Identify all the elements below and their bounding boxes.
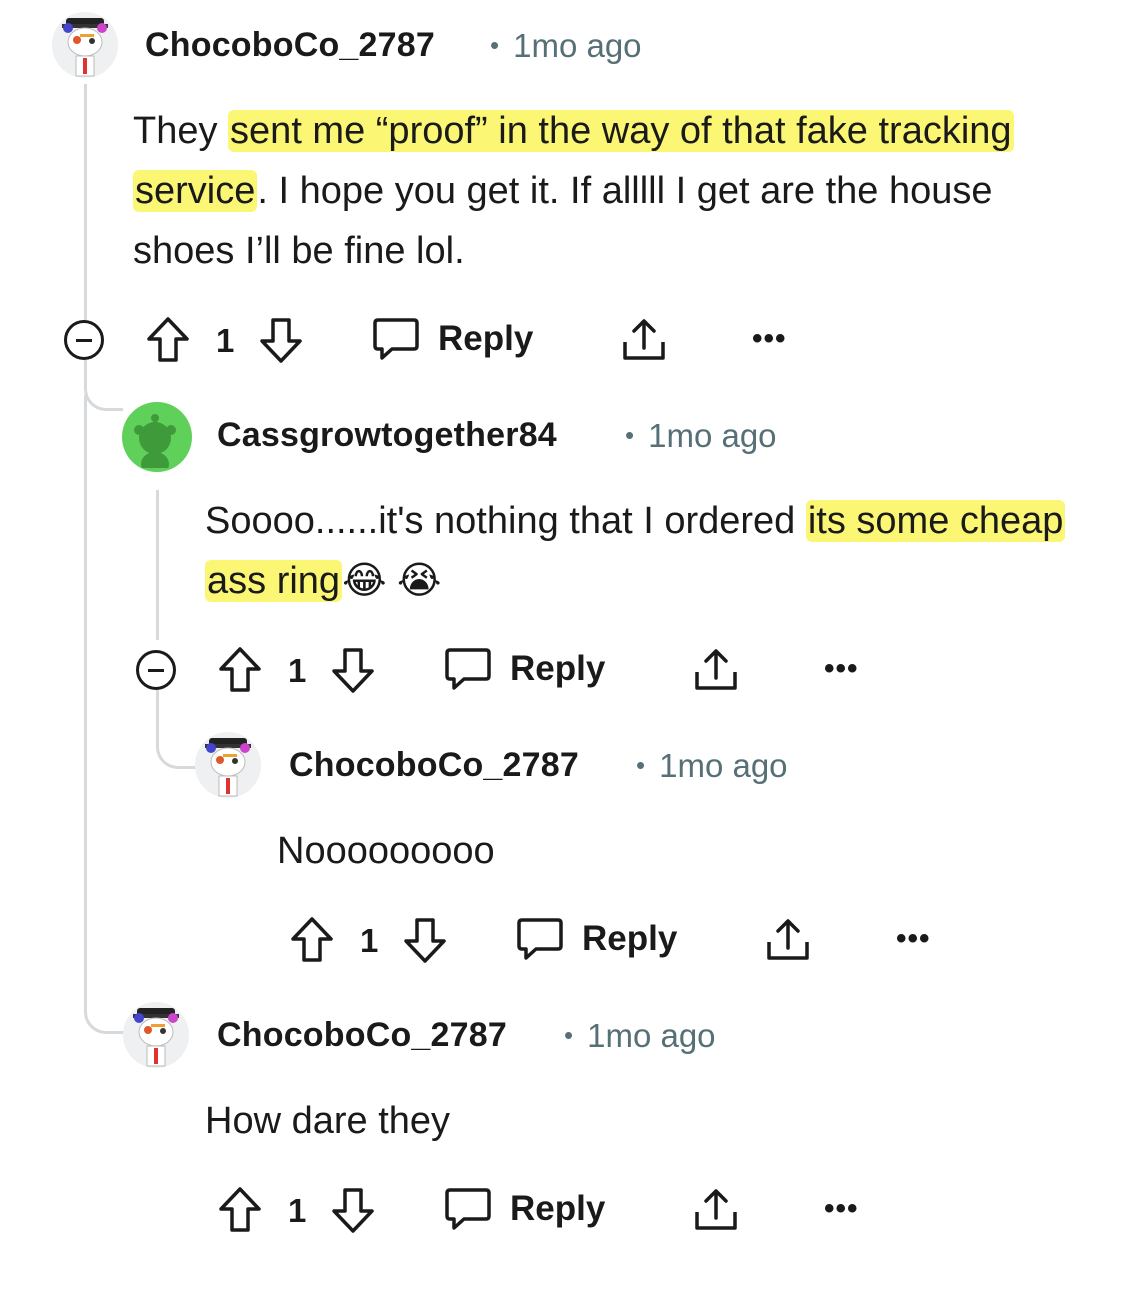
emoji: 😂 😭: [342, 560, 442, 602]
downvote-button[interactable]: [402, 915, 448, 965]
more-icon[interactable]: •••: [752, 322, 787, 356]
comment-time: 1mo ago: [648, 417, 777, 454]
downvote-icon: [260, 318, 302, 363]
vote-count: 1: [288, 652, 307, 689]
upvote-icon: [219, 1187, 261, 1232]
snoo-avatar-icon: [205, 738, 251, 797]
comment-username[interactable]: Cassgrowtogether84: [217, 416, 557, 455]
avatar[interactable]: [122, 402, 192, 472]
comment-text: . I hope you get it. If alllll I get are…: [133, 170, 993, 272]
comment-body: Nooooooooo: [277, 830, 495, 872]
comment-username[interactable]: ChocoboCo_2787: [289, 746, 579, 785]
share-button[interactable]: [764, 916, 812, 964]
comment-body: They sent me “proof” in the way of that …: [133, 101, 1033, 281]
share-icon: [767, 919, 809, 960]
comment-body: Soooo......it's nothing that I ordered i…: [205, 491, 1085, 611]
comment-timestamp: • 1mo ago: [564, 1017, 716, 1055]
separator-dot: •: [636, 750, 646, 780]
reply-button[interactable]: Reply: [444, 1186, 605, 1232]
vote-count: 1: [216, 322, 235, 359]
collapse-icon[interactable]: [136, 650, 176, 690]
thread-elbow-3: [156, 690, 201, 769]
comment-timestamp: • 1mo ago: [636, 747, 788, 785]
thread-elbow-4: [84, 985, 127, 1034]
snoo-avatar-icon: [133, 1008, 179, 1067]
downvote-icon: [332, 648, 374, 693]
separator-dot: •: [564, 1020, 574, 1050]
downvote-icon: [332, 1188, 374, 1233]
upvote-button[interactable]: [289, 915, 335, 965]
reply-bubble-icon: [445, 1188, 491, 1230]
upvote-icon: [147, 317, 189, 362]
snoo-avatar-icon: [62, 18, 108, 77]
reply-label: Reply: [438, 319, 534, 358]
avatar[interactable]: [52, 12, 118, 78]
upvote-button[interactable]: [217, 645, 263, 695]
upvote-button[interactable]: [217, 1185, 263, 1235]
reply-label: Reply: [510, 649, 606, 688]
thread-elbow-1: [84, 360, 123, 411]
share-icon: [695, 1189, 737, 1230]
upvote-icon: [291, 917, 333, 962]
snoo-avatar-icon: [134, 414, 176, 468]
reply-bubble-icon: [517, 918, 563, 960]
comment-text: They: [133, 110, 229, 152]
more-icon[interactable]: •••: [824, 652, 859, 686]
thread-line-2: [156, 490, 159, 640]
avatar[interactable]: [123, 1002, 189, 1068]
comment-username[interactable]: ChocoboCo_2787: [145, 26, 435, 65]
reply-bubble-icon: [445, 648, 491, 690]
avatar[interactable]: [195, 732, 261, 798]
share-icon: [623, 319, 665, 360]
downvote-button[interactable]: [330, 645, 376, 695]
reply-bubble-icon: [373, 318, 419, 360]
thread-line-root-2: [84, 395, 87, 1005]
reply-label: Reply: [510, 1189, 606, 1228]
downvote-button[interactable]: [258, 315, 304, 365]
comment-timestamp: • 1mo ago: [490, 27, 642, 65]
share-button[interactable]: [620, 316, 668, 364]
share-icon: [695, 649, 737, 690]
upvote-button[interactable]: [145, 315, 191, 365]
comment-username[interactable]: ChocoboCo_2787: [217, 1016, 507, 1055]
comment-time: 1mo ago: [587, 1017, 716, 1054]
more-icon[interactable]: •••: [824, 1192, 859, 1226]
comment-text: Soooo......it's nothing that I ordered: [205, 500, 806, 542]
reply-button[interactable]: Reply: [444, 646, 605, 692]
vote-count: 1: [360, 922, 379, 959]
reply-button[interactable]: Reply: [516, 916, 677, 962]
comment-time: 1mo ago: [659, 747, 788, 784]
vote-count: 1: [288, 1192, 307, 1229]
reply-button[interactable]: Reply: [372, 316, 533, 362]
share-button[interactable]: [692, 646, 740, 694]
comment-time: 1mo ago: [513, 27, 642, 64]
upvote-icon: [219, 647, 261, 692]
reply-label: Reply: [582, 919, 678, 958]
collapse-icon[interactable]: [64, 320, 104, 360]
separator-dot: •: [490, 30, 500, 60]
comment-body: How dare they: [205, 1100, 451, 1142]
share-button[interactable]: [692, 1186, 740, 1234]
thread-line-root: [84, 84, 87, 324]
more-icon[interactable]: •••: [896, 922, 931, 956]
downvote-icon: [404, 918, 446, 963]
separator-dot: •: [625, 420, 635, 450]
comment-timestamp: • 1mo ago: [625, 417, 777, 455]
downvote-button[interactable]: [330, 1185, 376, 1235]
